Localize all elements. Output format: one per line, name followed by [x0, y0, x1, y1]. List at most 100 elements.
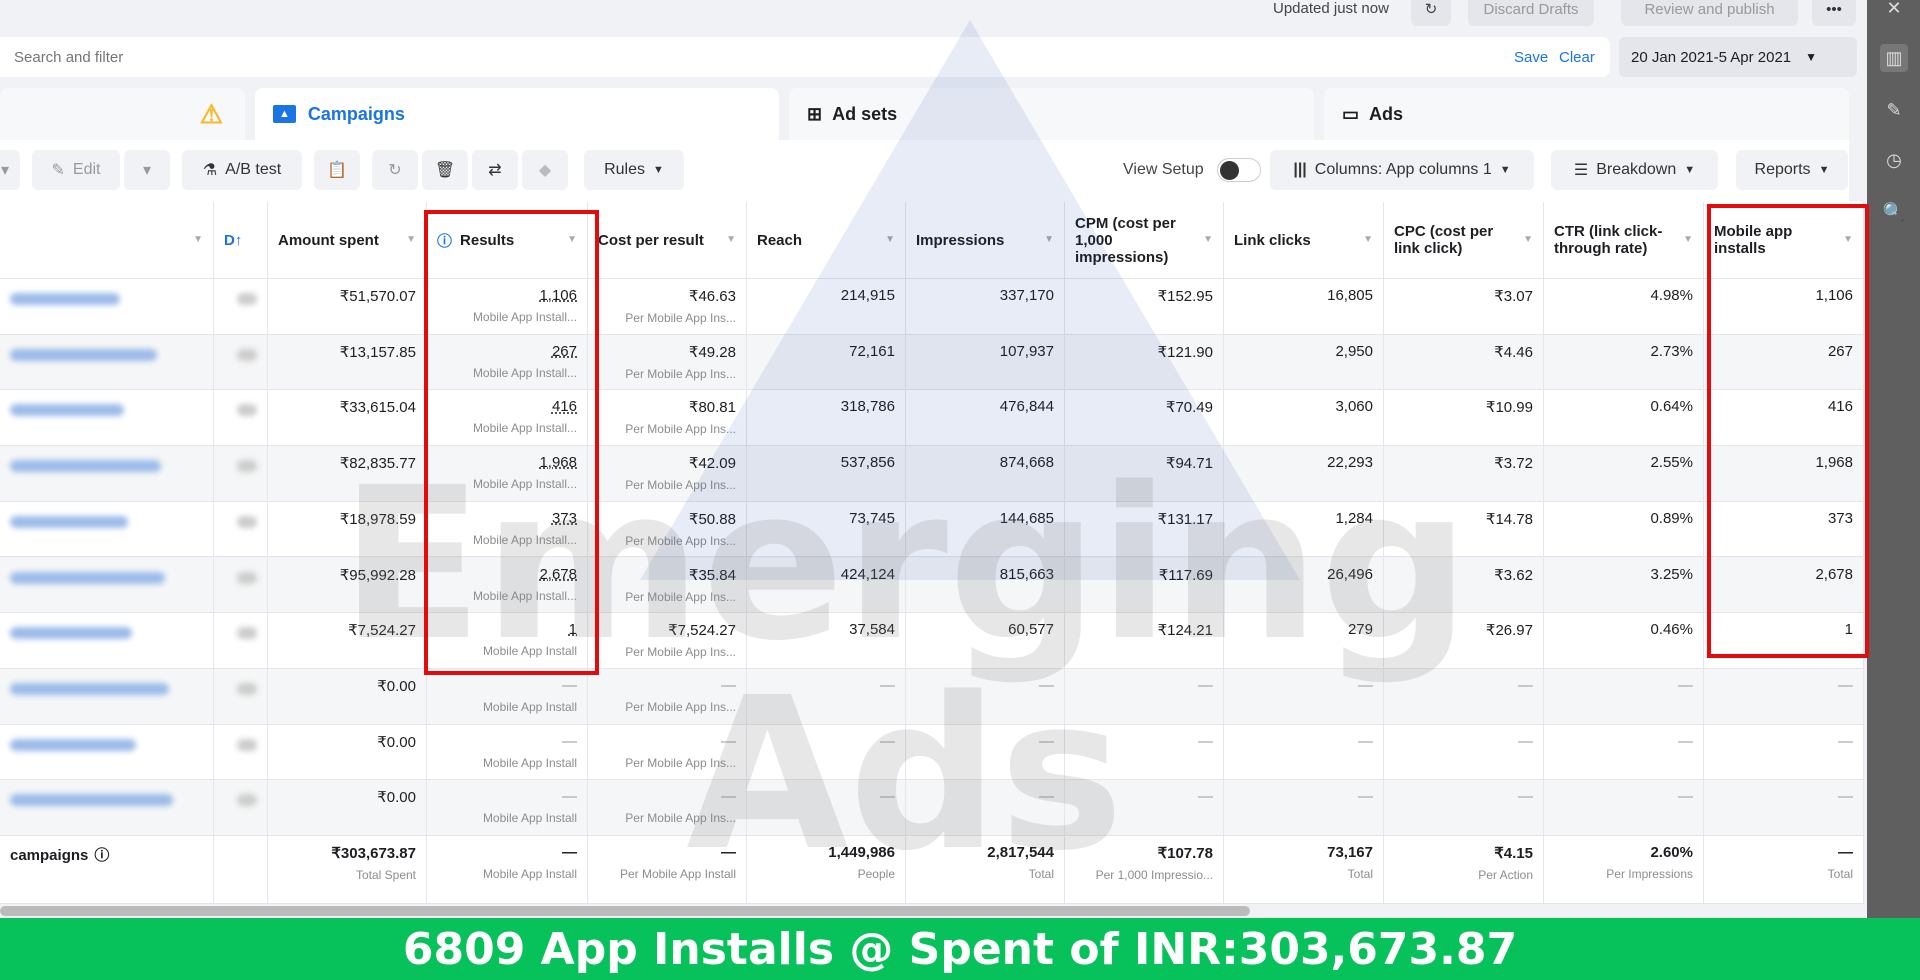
header-mobile-app-installs[interactable]: Mobile app installs ▼	[1704, 202, 1864, 278]
campaign-name-blurred[interactable]	[10, 460, 161, 473]
rules-button[interactable]: Rules ▼	[584, 150, 684, 190]
search-chart-icon[interactable]: 🔍	[1880, 198, 1908, 226]
value-subtext: Mobile App Install...	[472, 310, 577, 324]
header-cpm[interactable]: CPM (cost per 1,000 impressions) ▼	[1065, 202, 1224, 278]
tab-account[interactable]: ⚠	[0, 88, 245, 140]
breakdown-button[interactable]: ☰ Breakdown ▼	[1551, 150, 1718, 190]
value: 1	[1844, 621, 1853, 639]
chart-icon[interactable]: ▥	[1880, 44, 1908, 72]
campaign-name-blurred[interactable]	[10, 571, 165, 584]
edit-dropdown-button[interactable]: ▾	[124, 150, 170, 190]
table-row[interactable]: ₹0.00 — Mobile App Install — Per Mobile App …	[0, 724, 1864, 781]
cell-amount-spent: ₹33,615.04	[268, 390, 427, 446]
discard-drafts-button[interactable]: Discard Drafts	[1468, 0, 1594, 26]
tab-ads[interactable]: ▭ Ads	[1324, 88, 1849, 140]
campaign-name-blurred[interactable]	[10, 682, 169, 695]
value: —	[1838, 788, 1853, 806]
header-amount-spent[interactable]: Amount spent ▼	[268, 202, 427, 278]
campaign-name-blurred[interactable]	[10, 348, 157, 361]
sort-caret-icon: ▼	[567, 234, 577, 245]
table-row[interactable]: ₹7,524.27 1 Mobile App Install ₹7,524.27 Per…	[0, 613, 1864, 669]
delete-icon[interactable]: 🗑	[422, 150, 468, 190]
save-link[interactable]: Save	[1514, 49, 1548, 66]
duplicate-icon[interactable]: 📋	[314, 150, 360, 190]
header-delivery[interactable]: D ↑	[214, 202, 268, 278]
clock-icon[interactable]: ◷	[1880, 146, 1908, 174]
header-reach[interactable]: Reach ▼	[747, 202, 906, 278]
header-name[interactable]: ▼	[0, 202, 214, 278]
close-icon[interactable]: ✕	[1880, 0, 1908, 22]
header-results[interactable]: ⓘ Results ▼	[427, 202, 588, 278]
search-input[interactable]	[14, 48, 1414, 66]
more-button[interactable]: •••	[1812, 0, 1856, 26]
campaign-name-blurred[interactable]	[10, 738, 136, 751]
cell-amount-spent: ₹13,157.85	[268, 334, 427, 390]
clear-link[interactable]: Clear	[1559, 49, 1595, 66]
refresh-icon[interactable]: ↻	[372, 150, 418, 190]
cell-amount-spent: ₹51,570.07	[268, 279, 427, 334]
columns-icon: |||	[1293, 161, 1307, 178]
header-ctr[interactable]: CTR (link click-through rate) ▼	[1544, 202, 1704, 278]
value: ₹35.84	[688, 566, 736, 584]
table-row[interactable]: ₹51,570.07 1,106 Mobile App Install... ₹46.…	[0, 279, 1864, 335]
table-row[interactable]: ₹95,992.28 2,678 Mobile App Install... ₹35.…	[0, 557, 1864, 614]
columns-button[interactable]: ||| Columns: App columns 1 ▼	[1270, 150, 1534, 190]
tab-ad-sets[interactable]: ⊞ Ad sets	[789, 88, 1314, 140]
table-row[interactable]: ₹18,978.59 373 Mobile App Install... ₹50.88…	[0, 501, 1864, 558]
cell-ctr: 2.73%	[1544, 334, 1704, 390]
refresh-icon[interactable]: ↻	[1411, 0, 1451, 26]
campaign-name-blurred[interactable]	[10, 404, 124, 417]
value: ₹49.28	[688, 343, 736, 361]
cell-reach: 214,915	[747, 279, 906, 334]
pencil-icon[interactable]: ✎	[1880, 96, 1908, 124]
value-subtext: Per Mobile App Ins...	[625, 366, 736, 381]
header-link-clicks[interactable]: Link clicks ▼	[1224, 202, 1384, 278]
campaign-name-blurred[interactable]	[10, 627, 132, 640]
value-subtext: Per Mobile App Ins...	[625, 589, 736, 604]
tag-icon[interactable]: ◆	[522, 150, 568, 190]
cell-cpm: —	[1065, 724, 1224, 780]
tab-campaigns[interactable]: ▲ Campaigns	[255, 88, 779, 140]
date-range-picker[interactable]: 20 Jan 2021-5 Apr 2021 ▼	[1619, 37, 1857, 77]
table-row[interactable]: ₹33,615.04 416 Mobile App Install... ₹80.81…	[0, 390, 1864, 447]
value-subtext: Mobile App Install	[482, 755, 577, 770]
edit-button[interactable]: ✎ Edit	[32, 150, 120, 190]
ab-test-button[interactable]: ⚗ A/B test	[182, 150, 302, 190]
header-impressions[interactable]: Impressions ▼	[906, 202, 1065, 278]
value: ₹7,524.27	[668, 622, 736, 640]
preview-icon[interactable]: ⇄	[472, 150, 518, 190]
total-value: ₹4.15	[1494, 845, 1533, 862]
table-row[interactable]: ₹13,157.85 267 Mobile App Install... ₹49.28…	[0, 334, 1864, 391]
total-subtext: Per Impressions	[1606, 867, 1693, 881]
cell-cost-per-result: ₹46.63 Per Mobile App Ins...	[588, 279, 747, 334]
table-row[interactable]: ₹0.00 — Mobile App Install — Per Mobile App …	[0, 668, 1864, 725]
table-row[interactable]: ₹0.00 — Mobile App Install — Per Mobile App …	[0, 780, 1864, 836]
cell-mobile-app-installs: 416	[1704, 390, 1864, 446]
campaign-name-blurred[interactable]	[10, 515, 128, 528]
cell-delivery	[214, 724, 268, 780]
view-setup-toggle[interactable]	[1217, 158, 1261, 182]
breakdown-icon: ☰	[1573, 162, 1589, 179]
cell-cpm: ₹152.95	[1065, 279, 1224, 334]
value: 2.55%	[1650, 454, 1693, 472]
header-cost-per-result[interactable]: Cost per result ▼	[588, 202, 747, 278]
header-cpc[interactable]: CPC (cost per link click) ▼	[1384, 202, 1544, 278]
flask-icon: ⚗	[202, 162, 218, 179]
info-icon[interactable]: ⓘ	[94, 847, 109, 864]
reports-button[interactable]: Reports ▼	[1736, 150, 1848, 190]
total-impressions: 2,817,544 Total	[906, 836, 1065, 903]
total-value: ₹303,673.87	[331, 845, 416, 862]
chevron-down-icon: ▼	[1684, 164, 1696, 176]
cell-cpc: ₹10.99	[1384, 390, 1544, 446]
value: 2,678	[1815, 565, 1853, 583]
review-publish-button[interactable]: Review and publish	[1621, 0, 1798, 26]
campaign-name-blurred[interactable]	[10, 293, 120, 305]
total-name: campaigns ⓘ	[0, 836, 214, 903]
campaign-name-blurred[interactable]	[10, 794, 173, 807]
cell-reach: 37,584	[747, 613, 906, 668]
cell-reach: —	[747, 780, 906, 835]
dropdown-button[interactable]: ▾	[0, 150, 20, 190]
horizontal-scrollbar[interactable]	[0, 906, 1250, 916]
value: —	[1039, 732, 1054, 750]
table-row[interactable]: ₹82,835.77 1,968 Mobile App Install... ₹42.…	[0, 446, 1864, 502]
